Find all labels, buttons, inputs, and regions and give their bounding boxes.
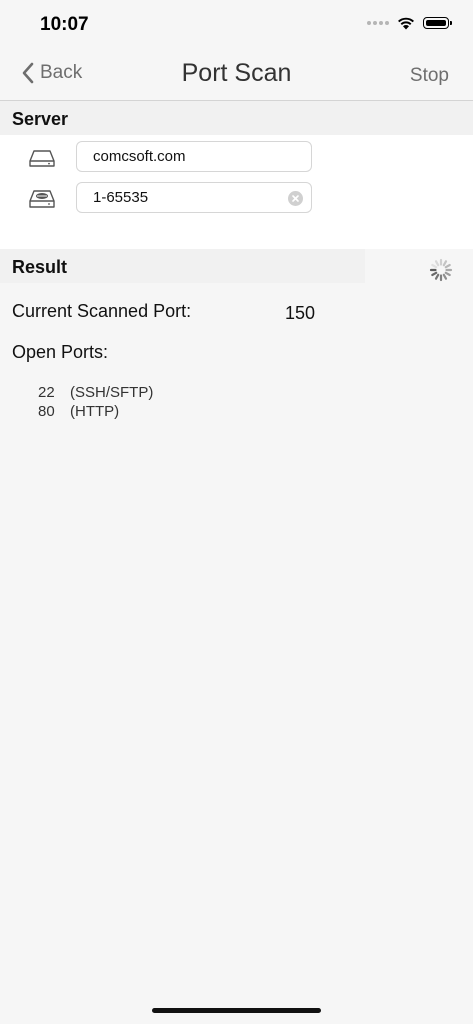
status-bar: 10:07 — [0, 0, 473, 50]
result-header-spacer — [365, 249, 473, 283]
cellular-signal-icon — [367, 21, 389, 25]
port-range-row — [0, 182, 473, 216]
server-drive-icon — [29, 150, 55, 167]
server-section-title: Server — [12, 109, 69, 129]
current-port-label: Current Scanned Port: — [12, 301, 192, 321]
stop-button[interactable]: Stop — [410, 65, 449, 87]
list-item: 22 (SSH/SFTP) — [38, 383, 153, 402]
host-field[interactable] — [76, 141, 312, 172]
port-service: (HTTP) — [70, 403, 120, 420]
status-indicators — [367, 16, 452, 30]
port-range-field[interactable] — [76, 182, 312, 213]
activity-spinner-icon — [429, 258, 453, 282]
page-title: Port Scan — [181, 59, 292, 87]
server-port-icon — [29, 190, 55, 208]
status-time: 10:07 — [40, 14, 89, 35]
list-item: 80 (HTTP) — [38, 402, 153, 421]
host-row — [0, 141, 473, 175]
wifi-icon — [398, 17, 414, 30]
navigation-bar: Back Port Scan Stop — [0, 50, 473, 101]
current-port-value: 150 — [285, 303, 316, 323]
server-section-header: Server — [0, 101, 473, 135]
result-section-title: Result — [12, 257, 68, 277]
battery-icon — [423, 17, 452, 29]
home-indicator[interactable] — [152, 1008, 321, 1013]
open-ports-list: 22 (SSH/SFTP) 80 (HTTP) — [38, 383, 153, 421]
port-number: 80 — [38, 403, 55, 420]
port-service: (SSH/SFTP) — [70, 384, 154, 401]
port-range-input[interactable] — [77, 183, 283, 212]
clear-icon[interactable] — [288, 191, 303, 206]
open-ports-label: Open Ports: — [12, 342, 109, 362]
host-input[interactable] — [77, 142, 283, 171]
port-number: 22 — [38, 384, 55, 401]
server-form — [0, 135, 473, 249]
